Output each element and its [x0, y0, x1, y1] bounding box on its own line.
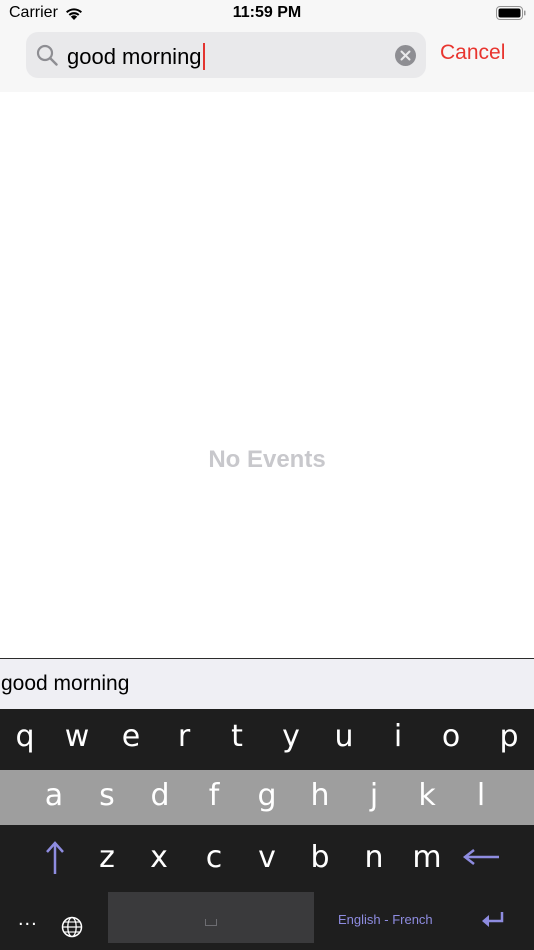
- return-icon[interactable]: [480, 910, 506, 928]
- key-r[interactable]: r: [159, 719, 209, 754]
- search-input[interactable]: good morning: [26, 32, 426, 78]
- status-bar: Carrier 11:59 PM: [0, 0, 534, 28]
- globe-icon[interactable]: [61, 916, 83, 938]
- key-d[interactable]: d: [135, 778, 185, 813]
- key-e[interactable]: e: [106, 719, 156, 754]
- key-a[interactable]: a: [29, 778, 79, 813]
- key-h[interactable]: h: [295, 778, 345, 813]
- key-row-1: q w e r t y u i o p: [0, 709, 534, 770]
- clear-icon[interactable]: [395, 45, 416, 66]
- key-p[interactable]: p: [484, 719, 534, 754]
- cancel-button[interactable]: Cancel: [440, 41, 505, 65]
- text-caret: [202, 43, 205, 70]
- suggestion-bar: good morning: [0, 658, 534, 709]
- key-n[interactable]: n: [349, 840, 399, 875]
- key-t[interactable]: t: [212, 719, 262, 754]
- key-v[interactable]: v: [242, 840, 292, 875]
- backspace-icon[interactable]: [462, 847, 502, 867]
- key-z[interactable]: z: [82, 840, 132, 875]
- search-icon: [36, 44, 58, 66]
- key-j[interactable]: j: [349, 778, 399, 813]
- empty-state-message: No Events: [208, 446, 326, 473]
- language-switch[interactable]: English - French: [338, 912, 433, 927]
- key-i[interactable]: i: [373, 719, 423, 754]
- key-row-3: z x c v b n m: [0, 825, 534, 890]
- key-w[interactable]: w: [52, 719, 102, 754]
- suggestion-item[interactable]: good morning: [1, 672, 129, 696]
- key-l[interactable]: l: [456, 778, 506, 813]
- key-q[interactable]: q: [0, 719, 50, 754]
- key-m[interactable]: m: [402, 840, 452, 875]
- key-row-2: a s d f g h j k l: [0, 770, 534, 825]
- key-u[interactable]: u: [319, 719, 369, 754]
- key-c[interactable]: c: [189, 840, 239, 875]
- key-row-4: ... English - French: [0, 890, 534, 950]
- space-icon: [205, 919, 217, 926]
- key-o[interactable]: o: [426, 719, 476, 754]
- search-header: good morning Cancel: [0, 28, 534, 92]
- key-y[interactable]: y: [266, 719, 316, 754]
- key-k[interactable]: k: [402, 778, 452, 813]
- shift-icon[interactable]: [40, 839, 70, 877]
- key-x[interactable]: x: [134, 840, 184, 875]
- key-s[interactable]: s: [82, 778, 132, 813]
- key-f[interactable]: f: [189, 778, 239, 813]
- key-g[interactable]: g: [242, 778, 292, 813]
- more-key[interactable]: ...: [18, 908, 38, 931]
- search-query[interactable]: good morning: [67, 43, 205, 70]
- space-bar[interactable]: [108, 892, 314, 943]
- search-query-text: good morning: [67, 43, 202, 69]
- key-b[interactable]: b: [295, 840, 345, 875]
- clock: 11:59 PM: [232, 4, 302, 21]
- battery-icon: [496, 6, 526, 20]
- keyboard: q w e r t y u i o p a s d f g h j k l z …: [0, 709, 534, 950]
